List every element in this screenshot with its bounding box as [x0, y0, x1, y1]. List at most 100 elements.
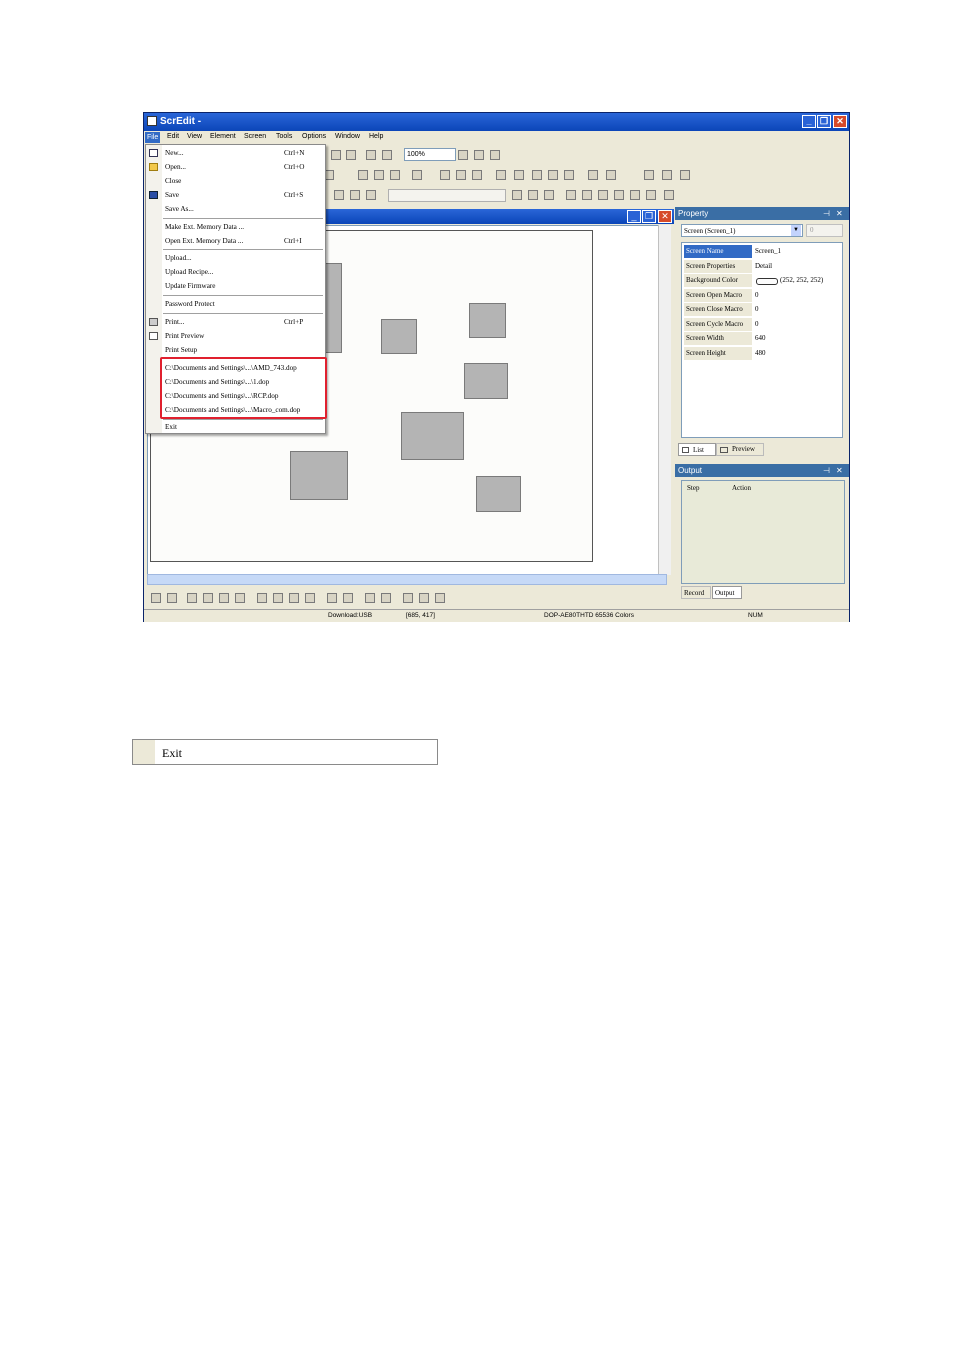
- property-row[interactable]: Screen Open Macro 0: [682, 289, 842, 303]
- align-right-icon[interactable]: [273, 593, 283, 603]
- arrow-down-icon[interactable]: [390, 170, 400, 180]
- align-right-icon[interactable]: [564, 170, 574, 180]
- menu-item-new[interactable]: New...: [165, 149, 184, 157]
- screen-number-stepper[interactable]: 0: [806, 224, 843, 237]
- property-value[interactable]: 640: [755, 332, 766, 345]
- same-size-icon[interactable]: [435, 593, 445, 603]
- print-icon[interactable]: [366, 150, 376, 160]
- zoom-in-icon[interactable]: [458, 150, 468, 160]
- property-value[interactable]: Detail: [755, 260, 772, 273]
- menu-item-open[interactable]: Open...: [165, 163, 186, 171]
- script-icon[interactable]: [528, 190, 538, 200]
- lamp-icon[interactable]: [334, 190, 344, 200]
- layer-front-icon[interactable]: [606, 170, 616, 180]
- bring-front-icon[interactable]: [187, 593, 197, 603]
- space-h-icon[interactable]: [365, 593, 375, 603]
- title-bar[interactable]: ScrEdit - _ ❐ ✕: [144, 113, 849, 131]
- pen-icon[interactable]: [496, 170, 506, 180]
- same-width-icon[interactable]: [403, 593, 413, 603]
- menu-screen[interactable]: Screen: [244, 133, 266, 140]
- property-row[interactable]: Background Color (252, 252, 252): [682, 274, 842, 288]
- ungroup-icon[interactable]: [680, 170, 690, 180]
- element-box[interactable]: [290, 451, 348, 500]
- property-value[interactable]: 0: [755, 303, 759, 316]
- property-value[interactable]: Screen_1: [755, 245, 781, 258]
- chevron-down-icon[interactable]: ▼: [791, 225, 801, 236]
- align-center-icon[interactable]: [548, 170, 558, 180]
- open-icon[interactable]: [346, 150, 356, 160]
- zoom-select[interactable]: 100%: [404, 148, 456, 161]
- pin-icon[interactable]: ⊣: [823, 209, 830, 218]
- tab-preview[interactable]: Preview: [716, 443, 764, 456]
- zoom-fit-icon[interactable]: [490, 150, 500, 160]
- menu-file[interactable]: File: [145, 132, 161, 143]
- menu-item-print-preview[interactable]: Print Preview: [165, 332, 204, 340]
- underline-icon[interactable]: [472, 170, 482, 180]
- panel-close-icon[interactable]: ✕: [836, 466, 843, 475]
- column-header-step[interactable]: Step: [687, 484, 699, 492]
- italic-icon[interactable]: [456, 170, 466, 180]
- menu-element[interactable]: Element: [210, 133, 236, 140]
- element-box[interactable]: [401, 412, 464, 460]
- delete-icon[interactable]: [664, 190, 674, 200]
- simulate-icon[interactable]: [598, 190, 608, 200]
- child-close-button[interactable]: ✕: [658, 210, 672, 223]
- element-box[interactable]: [464, 363, 508, 399]
- property-value[interactable]: (252, 252, 252): [780, 274, 823, 287]
- property-row[interactable]: Screen Width 640: [682, 332, 842, 346]
- property-value[interactable]: 480: [755, 347, 766, 360]
- layer-icon[interactable]: [588, 170, 598, 180]
- exit-menu-item-sample[interactable]: Exit: [132, 739, 438, 765]
- property-row[interactable]: Screen Close Macro 0: [682, 303, 842, 317]
- new-screen-icon[interactable]: [331, 150, 341, 160]
- menu-window[interactable]: Window: [335, 133, 360, 140]
- align-left-icon[interactable]: [257, 593, 267, 603]
- child-minimize-button[interactable]: _: [627, 210, 641, 223]
- vertical-scrollbar[interactable]: [658, 225, 671, 575]
- space-v-icon[interactable]: [381, 593, 391, 603]
- output-list[interactable]: Step Action: [681, 480, 845, 584]
- center-v-icon[interactable]: [343, 593, 353, 603]
- element-combo[interactable]: [388, 189, 506, 202]
- screen-copy-icon[interactable]: [646, 190, 656, 200]
- compile-icon[interactable]: [382, 150, 392, 160]
- edit-macro-icon[interactable]: [544, 190, 554, 200]
- group-icon[interactable]: [662, 170, 672, 180]
- horizontal-scrollbar[interactable]: [147, 574, 667, 585]
- menu-item-upload[interactable]: Upload...: [165, 254, 192, 262]
- menu-item-save[interactable]: Save: [165, 191, 179, 199]
- column-header-action[interactable]: Action: [732, 484, 751, 492]
- menu-item-print[interactable]: Print...: [165, 318, 184, 326]
- property-panel-header[interactable]: Property ⊣ ✕: [675, 207, 849, 220]
- property-row[interactable]: Screen Properties Detail: [682, 260, 842, 274]
- menu-item-close[interactable]: Close: [165, 177, 181, 185]
- align-top-icon[interactable]: [289, 593, 299, 603]
- object-selector[interactable]: Screen (Screen_1) ▼: [681, 224, 803, 237]
- multi-select-icon[interactable]: [167, 593, 177, 603]
- menu-help[interactable]: Help: [369, 133, 383, 140]
- menu-item-make-ext-memory[interactable]: Make Ext. Memory Data ...: [165, 223, 244, 231]
- zoom-out-icon[interactable]: [474, 150, 484, 160]
- property-row[interactable]: Screen Height 480: [682, 347, 842, 361]
- minimize-button[interactable]: _: [802, 115, 816, 128]
- property-value[interactable]: 0: [755, 318, 759, 331]
- menu-item-upload-recipe[interactable]: Upload Recipe...: [165, 268, 213, 276]
- color-swatch-icon[interactable]: [756, 278, 778, 285]
- align-bottom-icon[interactable]: [305, 593, 315, 603]
- tab-record[interactable]: Record: [681, 586, 711, 599]
- layer-back-icon[interactable]: [644, 170, 654, 180]
- gauge-icon[interactable]: [350, 190, 360, 200]
- close-button[interactable]: ✕: [833, 115, 847, 128]
- arrow-up-icon[interactable]: [358, 170, 368, 180]
- menu-item-exit[interactable]: Exit: [165, 423, 177, 431]
- same-height-icon[interactable]: [419, 593, 429, 603]
- macro-icon[interactable]: [512, 190, 522, 200]
- element-box[interactable]: [381, 319, 417, 354]
- align-icon[interactable]: [532, 170, 542, 180]
- arrow-updown-icon[interactable]: [374, 170, 384, 180]
- menu-item-open-ext-memory[interactable]: Open Ext. Memory Data ...: [165, 237, 243, 245]
- restore-button[interactable]: ❐: [817, 115, 831, 128]
- download-icon[interactable]: [566, 190, 576, 200]
- transfer-icon[interactable]: [614, 190, 624, 200]
- tab-list[interactable]: List: [678, 443, 716, 456]
